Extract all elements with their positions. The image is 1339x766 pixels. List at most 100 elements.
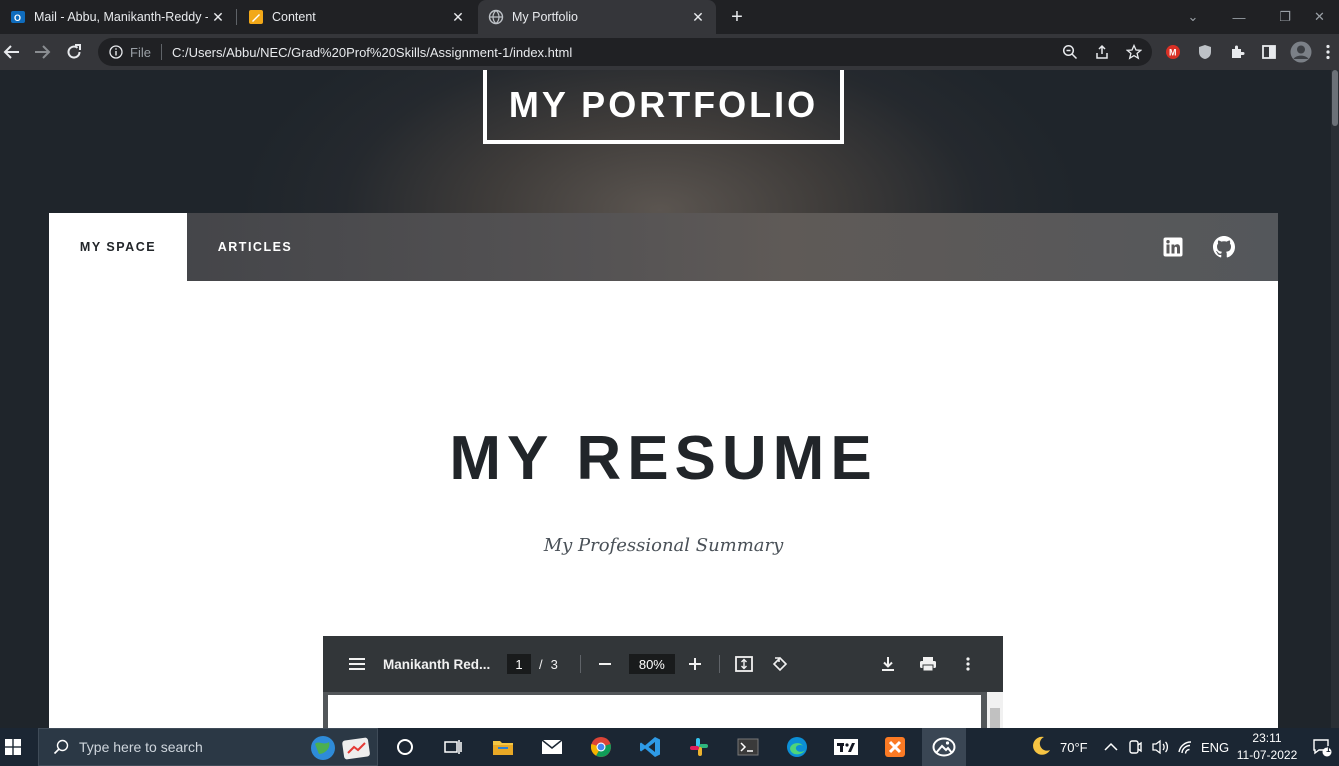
close-icon[interactable]: ✕: [688, 7, 708, 27]
print-icon[interactable]: [914, 650, 942, 678]
close-window-button[interactable]: ✕: [1300, 0, 1339, 34]
xampp-icon[interactable]: [873, 728, 917, 766]
info-icon[interactable]: [108, 44, 124, 60]
tab-strip: O Mail - Abbu, Manikanth-Reddy - ✕ Conte…: [0, 0, 1339, 34]
globe-icon: [488, 9, 504, 25]
document-edit-icon: [248, 9, 264, 25]
more-options-icon[interactable]: [954, 650, 982, 678]
nav-item-articles[interactable]: ARTICLES: [187, 213, 323, 281]
clock-time: 23:11: [1252, 731, 1282, 745]
rotate-icon[interactable]: [766, 650, 794, 678]
tab-title: Content: [272, 10, 316, 24]
meet-now-icon[interactable]: [1127, 728, 1143, 766]
mail-icon[interactable]: [530, 728, 574, 766]
taskbar-search[interactable]: Type here to search: [38, 728, 378, 766]
weather-temp: 70°F: [1060, 739, 1088, 755]
tradingview-icon[interactable]: [824, 728, 868, 766]
resume-subtitle: My Professional Summary: [543, 535, 784, 556]
search-highlight-icon: [309, 734, 373, 765]
close-icon[interactable]: ✕: [448, 7, 468, 27]
pdf-viewer: Manikanth Red... 1 / 3 80%: [323, 636, 1003, 728]
divider: [718, 655, 720, 673]
notification-count: 1: [1326, 745, 1331, 754]
chrome-icon[interactable]: [579, 728, 623, 766]
arrow-left-icon: [3, 45, 19, 59]
tab-content[interactable]: Content ✕: [238, 0, 476, 34]
pdf-page-separator: /: [539, 656, 543, 672]
site-brand[interactable]: MY PORTFOLIO: [483, 70, 844, 144]
address-bar[interactable]: File C:/Users/Abbu/NEC/Grad%20Prof%20Ski…: [98, 38, 1152, 66]
tab-mail[interactable]: O Mail - Abbu, Manikanth-Reddy - ✕: [0, 0, 236, 34]
tab-search-icon[interactable]: ⌄: [1170, 0, 1216, 34]
zoom-icon[interactable]: [1058, 40, 1082, 64]
windows-start-icon[interactable]: [0, 728, 26, 766]
kebab-menu-icon[interactable]: [1318, 40, 1338, 64]
system-clock[interactable]: 23:11 11-07-2022: [1236, 730, 1298, 764]
back-button[interactable]: [0, 40, 24, 64]
language-indicator[interactable]: ENG: [1201, 728, 1229, 766]
nav-item-my-space[interactable]: MY SPACE: [49, 213, 187, 281]
tab-separator: [236, 9, 237, 25]
terminal-icon[interactable]: [726, 728, 770, 766]
forward-button[interactable]: [30, 40, 54, 64]
vscode-icon[interactable]: [628, 728, 672, 766]
share-icon[interactable]: [1090, 40, 1114, 64]
menu-icon[interactable]: [343, 650, 371, 678]
puzzle-icon[interactable]: [1225, 40, 1249, 64]
tab-title: Mail - Abbu, Manikanth-Reddy -: [34, 10, 208, 24]
scrollbar-thumb[interactable]: [990, 708, 1000, 728]
show-hidden-icons[interactable]: [1104, 728, 1118, 766]
file-explorer-icon[interactable]: [481, 728, 525, 766]
taskbar: Type here to search 70°F ENG 23:11 11-07…: [0, 728, 1339, 766]
weather-widget[interactable]: 70°F: [1030, 728, 1088, 766]
search-icon: [51, 737, 71, 757]
clock-date: 11-07-2022: [1236, 748, 1298, 762]
cortana-icon[interactable]: [383, 728, 427, 766]
task-view-icon[interactable]: [431, 728, 475, 766]
volume-icon[interactable]: [1151, 728, 1169, 766]
notification-center[interactable]: 1: [1312, 728, 1332, 766]
chevron-up-icon: [1104, 742, 1118, 751]
url-text[interactable]: C:/Users/Abbu/NEC/Grad%20Prof%20Skills/A…: [172, 45, 572, 60]
shield-icon[interactable]: [1193, 40, 1217, 64]
photos-icon[interactable]: [922, 728, 966, 766]
close-icon[interactable]: ✕: [208, 7, 228, 27]
fit-page-icon[interactable]: [730, 650, 758, 678]
minimize-button[interactable]: —: [1216, 0, 1262, 34]
pdf-document-title: Manikanth Red...: [383, 656, 491, 672]
pdf-scrollbar[interactable]: [987, 692, 1003, 728]
linkedin-icon[interactable]: [1161, 235, 1185, 259]
star-icon[interactable]: [1122, 40, 1146, 64]
new-tab-button[interactable]: +: [725, 5, 749, 29]
avatar[interactable]: [1289, 40, 1313, 64]
extension-m-icon[interactable]: M: [1161, 40, 1185, 64]
wifi-icon[interactable]: [1177, 728, 1195, 766]
download-icon[interactable]: [874, 650, 902, 678]
pdf-page-input[interactable]: 1: [507, 654, 531, 674]
pdf-zoom-input[interactable]: 80%: [628, 654, 675, 674]
divider: [160, 44, 162, 60]
divider: [579, 655, 581, 673]
tab-my-portfolio[interactable]: My Portfolio ✕: [478, 0, 716, 34]
slack-icon[interactable]: [677, 728, 721, 766]
zoom-out-icon[interactable]: [591, 650, 619, 678]
scheme-label: File: [130, 44, 151, 60]
zoom-in-icon[interactable]: [681, 650, 709, 678]
page-scrollbar[interactable]: [1331, 70, 1339, 728]
pdf-page-total: 3: [550, 656, 558, 672]
main-navbar: MY SPACE ARTICLES: [49, 213, 1278, 281]
scrollbar-thumb[interactable]: [1332, 70, 1338, 126]
edge-icon[interactable]: [775, 728, 819, 766]
tab-title: My Portfolio: [512, 10, 578, 24]
browser-toolbar: File C:/Users/Abbu/NEC/Grad%20Prof%20Ski…: [0, 34, 1339, 70]
resume-section: MY RESUME My Professional Summary Manika…: [49, 281, 1278, 728]
pdf-page-canvas[interactable]: [328, 695, 981, 728]
github-icon[interactable]: [1212, 235, 1236, 259]
reload-button[interactable]: [62, 40, 86, 64]
outlook-icon: O: [10, 9, 26, 25]
svg-text:M: M: [1169, 48, 1177, 58]
arrow-right-icon: [35, 45, 51, 59]
pdf-toolbar: Manikanth Red... 1 / 3 80%: [323, 636, 1003, 692]
svg-text:O: O: [14, 13, 21, 23]
side-panel-icon[interactable]: [1257, 40, 1281, 64]
